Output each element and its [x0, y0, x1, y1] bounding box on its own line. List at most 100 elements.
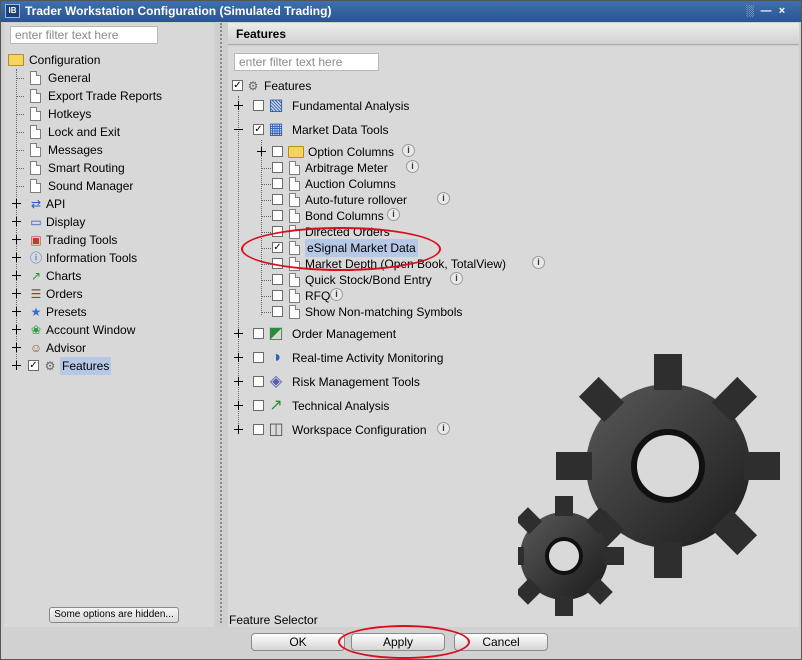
feature-group-order-management[interactable]: ◩ Order Management — [232, 325, 752, 343]
feature-checkbox[interactable] — [253, 376, 264, 387]
api-icon: ⇄ — [30, 197, 42, 211]
features-panel: enter filter text here ✓ ⚙ Features ▧ Fu… — [228, 46, 799, 627]
minimize-icon[interactable]: — — [759, 3, 773, 19]
tree-connector — [16, 132, 24, 133]
tree-item-general-setting[interactable]: General — [8, 69, 208, 87]
window-title: Trader Workstation Configuration (Simula… — [25, 4, 332, 18]
expand-icon[interactable] — [234, 425, 243, 434]
feature-group-market-data-tools[interactable]: ✓ ▦ Market Data Tools — [232, 121, 752, 139]
feature-checkbox[interactable] — [253, 424, 264, 435]
tree-item-advisor[interactable]: ☺ Advisor — [8, 339, 208, 357]
tree-item-display[interactable]: ▭ Display — [8, 213, 208, 231]
tree-item-presets[interactable]: ★ Presets — [8, 303, 208, 321]
feature-label: Risk Management Tools — [292, 375, 420, 389]
tree-item-account-window[interactable]: ❀ Account Window — [8, 321, 208, 339]
feature-checkbox[interactable]: ✓ — [253, 124, 264, 135]
tree-item-orders[interactable]: ☰ Orders — [8, 285, 208, 303]
expand-icon[interactable] — [234, 377, 243, 386]
trading-tools-icon: ▣ — [30, 233, 42, 247]
close-icon[interactable]: × — [775, 3, 789, 19]
expand-icon[interactable] — [12, 361, 21, 370]
expand-icon[interactable] — [257, 147, 266, 156]
expand-icon[interactable] — [12, 271, 21, 280]
tree-item-information-tools[interactable]: ⓘ Information Tools — [8, 249, 208, 267]
info-icon[interactable]: i — [437, 192, 450, 205]
tree-connector — [261, 216, 271, 217]
feature-checkbox[interactable] — [272, 258, 283, 269]
expand-icon[interactable] — [12, 253, 21, 262]
tree-item-charts[interactable]: ↗ Charts — [8, 267, 208, 285]
info-icon[interactable]: i — [532, 256, 545, 269]
tree-item-api[interactable]: ⇄ API — [8, 195, 208, 213]
tree-item-general-setting[interactable]: Export Trade Reports — [8, 87, 208, 105]
features-filter-input[interactable]: enter filter text here — [234, 53, 379, 71]
feature-label: Order Management — [292, 327, 397, 341]
expand-icon[interactable] — [234, 125, 243, 134]
tree-item-trading-tools[interactable]: ▣ Trading Tools — [8, 231, 208, 249]
expand-icon[interactable] — [12, 289, 21, 298]
expand-icon[interactable] — [12, 235, 21, 244]
info-icon[interactable]: i — [450, 272, 463, 285]
tree-item-general-setting[interactable]: Smart Routing — [8, 159, 208, 177]
feature-checkbox[interactable] — [272, 178, 283, 189]
restore-icon[interactable]: ░ — [743, 3, 757, 19]
document-icon — [289, 225, 300, 239]
advisor-icon: ☺ — [29, 341, 43, 355]
tree-item-configuration[interactable]: Configuration — [8, 51, 208, 69]
feature-group-workspace-configuration[interactable]: ◫ Workspace Configuration — [232, 421, 752, 439]
expand-icon[interactable] — [12, 217, 21, 226]
tree-item-general-setting[interactable]: Sound Manager — [8, 177, 208, 195]
expand-icon[interactable] — [12, 199, 21, 208]
tree-connector — [261, 280, 271, 281]
info-icon[interactable]: i — [402, 144, 415, 157]
feature-group-real-time-activity-monitoring[interactable]: ◑ Real-time Activity Monitoring — [232, 349, 752, 367]
tree-item-general-setting[interactable]: Lock and Exit — [8, 123, 208, 141]
feature-group-fundamental-analysis[interactable]: ▧ Fundamental Analysis — [232, 97, 752, 115]
document-icon — [289, 273, 300, 287]
info-icon[interactable]: i — [437, 422, 450, 435]
cancel-button[interactable]: Cancel — [454, 633, 548, 651]
feature-checkbox[interactable] — [272, 290, 283, 301]
expand-icon[interactable] — [234, 353, 243, 362]
expand-icon[interactable] — [234, 401, 243, 410]
expand-icon[interactable] — [12, 325, 21, 334]
feature-checkbox[interactable] — [253, 352, 264, 363]
feature-checkbox[interactable] — [272, 306, 283, 317]
feature-group-technical-analysis[interactable]: ↗ Technical Analysis — [232, 397, 752, 415]
ok-button[interactable]: OK — [251, 633, 345, 651]
some-options-hidden-button[interactable]: Some options are hidden... — [49, 607, 179, 623]
info-icon[interactable]: i — [330, 288, 343, 301]
feature-root-row[interactable]: ✓ ⚙ Features — [232, 77, 432, 95]
expand-icon[interactable] — [234, 101, 243, 110]
feature-checkbox[interactable]: ✓ — [272, 242, 283, 253]
pane-splitter[interactable] — [220, 23, 222, 623]
title-bar[interactable]: IB Trader Workstation Configuration (Sim… — [1, 1, 801, 22]
apply-button[interactable]: Apply — [351, 633, 445, 651]
market-data-tool-item[interactable]: Show Non-matching Symbols — [252, 303, 712, 321]
tree-item-features[interactable]: ✓ ⚙ Features — [8, 357, 208, 375]
info-icon[interactable]: i — [406, 160, 419, 173]
expand-icon[interactable] — [12, 343, 21, 352]
expand-icon[interactable] — [234, 329, 243, 338]
feature-checkbox[interactable] — [272, 226, 283, 237]
info-icon[interactable]: i — [387, 208, 400, 221]
tree-item-general-setting[interactable]: Hotkeys — [8, 105, 208, 123]
feature-group-risk-management-tools[interactable]: ◈ Risk Management Tools — [232, 373, 752, 391]
tree-item-general-setting[interactable]: Messages — [8, 141, 208, 159]
feature-checkbox[interactable] — [253, 328, 264, 339]
dialog-button-bar: OK Apply Cancel — [1, 627, 801, 659]
feature-checkbox[interactable] — [272, 210, 283, 221]
feature-checkbox[interactable] — [272, 146, 283, 157]
left-filter-input[interactable]: enter filter text here — [10, 26, 158, 44]
feature-checkbox[interactable] — [272, 162, 283, 173]
feature-label: Workspace Configuration — [292, 423, 427, 437]
feature-checkbox[interactable] — [253, 100, 264, 111]
expand-icon[interactable] — [12, 307, 21, 316]
tree-label: Orders — [46, 287, 83, 301]
features-root-checkbox[interactable]: ✓ — [232, 80, 243, 91]
feature-checkbox[interactable] — [253, 400, 264, 411]
features-checkbox[interactable]: ✓ — [28, 360, 39, 371]
feature-checkbox[interactable] — [272, 274, 283, 285]
feature-checkbox[interactable] — [272, 194, 283, 205]
tree-label: Charts — [46, 269, 82, 283]
